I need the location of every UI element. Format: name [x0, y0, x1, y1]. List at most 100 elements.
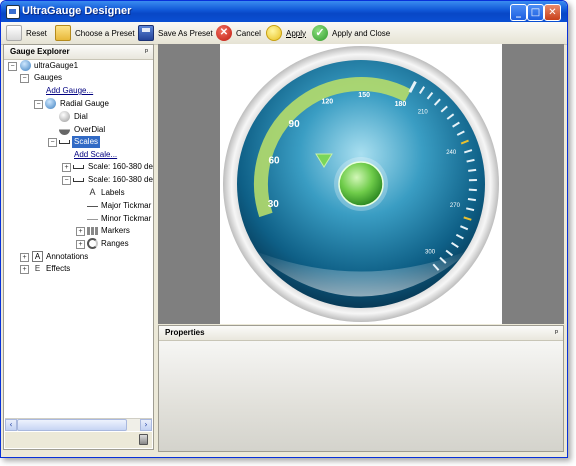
close-button[interactable]: ✕	[544, 4, 561, 21]
pin-icon[interactable]: ᵖ	[555, 326, 558, 340]
reset-label: Reset	[26, 28, 47, 38]
tree-node-root[interactable]: − ultraGauge1	[8, 60, 148, 72]
cancel-label: Cancel	[236, 28, 261, 38]
save-icon	[138, 25, 154, 41]
apply-icon	[266, 25, 282, 41]
scroll-right-arrow[interactable]: ›	[140, 419, 152, 431]
expand-icon[interactable]: +	[76, 227, 85, 236]
tree-label-scales: Scales	[72, 136, 101, 148]
save-preset-button[interactable]: Save As Preset	[138, 24, 213, 42]
major-tickmarks-icon	[87, 206, 98, 207]
tree-node-annotations[interactable]: + A Annotations	[8, 251, 148, 263]
tree-node-major-tickmarks[interactable]: Major Tickmar	[8, 200, 153, 212]
tree-label-overdial: OverDial	[74, 125, 106, 134]
scale-label: 180	[395, 101, 407, 108]
tree-node-minor-tickmarks[interactable]: Minor Tickmar	[8, 213, 153, 225]
properties-title: Properties	[165, 328, 205, 337]
tree-node-labels[interactable]: A Labels	[8, 187, 148, 199]
title-bar[interactable]: UltraGauge Designer _ □ ✕	[1, 1, 567, 22]
trash-icon[interactable]	[139, 434, 148, 445]
collapse-icon[interactable]: −	[62, 176, 71, 185]
gauge-explorer-title: Gauge Explorer	[10, 47, 70, 56]
tree-label-gauges: Gauges	[34, 73, 63, 82]
explorer-footer	[5, 432, 152, 448]
properties-grid[interactable]	[159, 341, 563, 451]
tree-node-dial[interactable]: Dial	[8, 111, 148, 123]
tree-node-markers[interactable]: + Markers	[8, 225, 148, 237]
scroll-thumb[interactable]	[17, 419, 127, 431]
scale-label: 60	[269, 156, 281, 167]
scale-label: 210	[418, 109, 429, 115]
gauge-canvas[interactable]: 30 60 90 120 150 180 210 240 270 300	[220, 44, 502, 324]
overdial-icon	[59, 124, 70, 135]
add-scale-link[interactable]: Add Scale...	[8, 149, 148, 161]
tree-label-scale-2: Scale: 160-380 de	[88, 175, 153, 184]
scale-icon	[59, 140, 70, 144]
tree-node-scale-2[interactable]: − Scale: 160-380 de	[8, 174, 153, 186]
tree-node-ranges[interactable]: + Ranges	[8, 238, 148, 250]
expand-icon[interactable]: +	[20, 253, 29, 262]
labels-icon: A	[89, 187, 96, 197]
expand-icon[interactable]: +	[62, 163, 71, 172]
window-title: UltraGauge Designer	[22, 5, 132, 17]
app-icon	[6, 5, 20, 19]
apply-close-button[interactable]: Apply and Close	[312, 24, 390, 42]
add-gauge-label[interactable]: Add Gauge...	[46, 85, 93, 97]
maximize-button[interactable]: □	[527, 4, 544, 21]
tree-node-scales[interactable]: − Scales	[8, 136, 148, 148]
reset-button[interactable]: Reset	[6, 24, 47, 42]
gauge-needle-cap	[338, 161, 384, 207]
reset-icon	[6, 25, 22, 41]
properties-header: Properties ᵖ	[159, 326, 563, 341]
apply-label: Apply	[286, 28, 307, 38]
scroll-left-arrow[interactable]: ‹	[5, 419, 17, 431]
scale-label: 30	[268, 199, 280, 210]
save-preset-label: Save As Preset	[158, 28, 213, 38]
expand-icon[interactable]: +	[20, 265, 29, 274]
collapse-icon[interactable]: −	[48, 138, 57, 147]
scale-label: 270	[450, 203, 461, 209]
gauge-preview-area: 30 60 90 120 150 180 210 240 270 300	[158, 44, 564, 324]
tree-node-effects[interactable]: + E Effects	[8, 263, 148, 275]
tree-label-markers: Markers	[101, 226, 130, 235]
add-gauge-link[interactable]: Add Gauge...	[8, 85, 148, 97]
ranges-icon	[87, 238, 98, 249]
collapse-icon[interactable]: −	[8, 62, 17, 71]
toolbar: Reset Choose a Preset Save As Preset Can…	[1, 22, 567, 45]
scale-label: 300	[425, 250, 436, 256]
expand-icon[interactable]: +	[76, 240, 85, 249]
effects-icon: E	[34, 264, 41, 273]
tree-label-effects: Effects	[46, 264, 71, 273]
apply-button[interactable]: Apply	[266, 24, 306, 42]
folder-icon	[55, 25, 71, 41]
choose-preset-label: Choose a Preset	[75, 28, 135, 38]
collapse-icon[interactable]: −	[34, 100, 43, 109]
radial-gauge-icon	[45, 98, 56, 109]
tree-node-overdial[interactable]: OverDial	[8, 124, 148, 136]
designer-window: UltraGauge Designer _ □ ✕ Reset Choose a…	[0, 0, 568, 458]
tree-label-minor-tickmarks: Minor Tickmar	[101, 214, 152, 223]
apply-close-label: Apply and Close	[332, 28, 391, 38]
choose-preset-button[interactable]: Choose a Preset	[55, 24, 135, 42]
add-scale-label[interactable]: Add Scale...	[74, 149, 117, 161]
tree-node-scale-1[interactable]: + Scale: 160-380 de	[8, 161, 153, 173]
properties-panel: Properties ᵖ	[158, 325, 564, 452]
scale-label: 90	[289, 119, 301, 130]
tickmark	[467, 198, 477, 202]
tree-node-gauges[interactable]: − Gauges	[8, 72, 148, 84]
horizontal-scrollbar[interactable]: ‹ ›	[5, 418, 152, 431]
cancel-button[interactable]: Cancel	[216, 24, 261, 42]
dial-icon	[59, 111, 70, 122]
tree-label-dial: Dial	[74, 112, 88, 121]
tree-label-labels: Labels	[101, 188, 125, 197]
gauge-explorer-header: Gauge Explorer ᵖ	[4, 45, 153, 60]
annotations-icon: A	[32, 251, 43, 262]
minimize-button[interactable]: _	[510, 4, 527, 21]
pin-icon[interactable]: ᵖ	[145, 45, 148, 59]
markers-icon	[87, 227, 98, 235]
collapse-icon[interactable]: −	[20, 74, 29, 83]
tree-node-radial-gauge[interactable]: − Radial Gauge	[8, 98, 148, 110]
gauge-icon	[20, 60, 31, 71]
scale-label: 150	[358, 92, 370, 99]
tree-label-root: ultraGauge1	[34, 61, 79, 70]
